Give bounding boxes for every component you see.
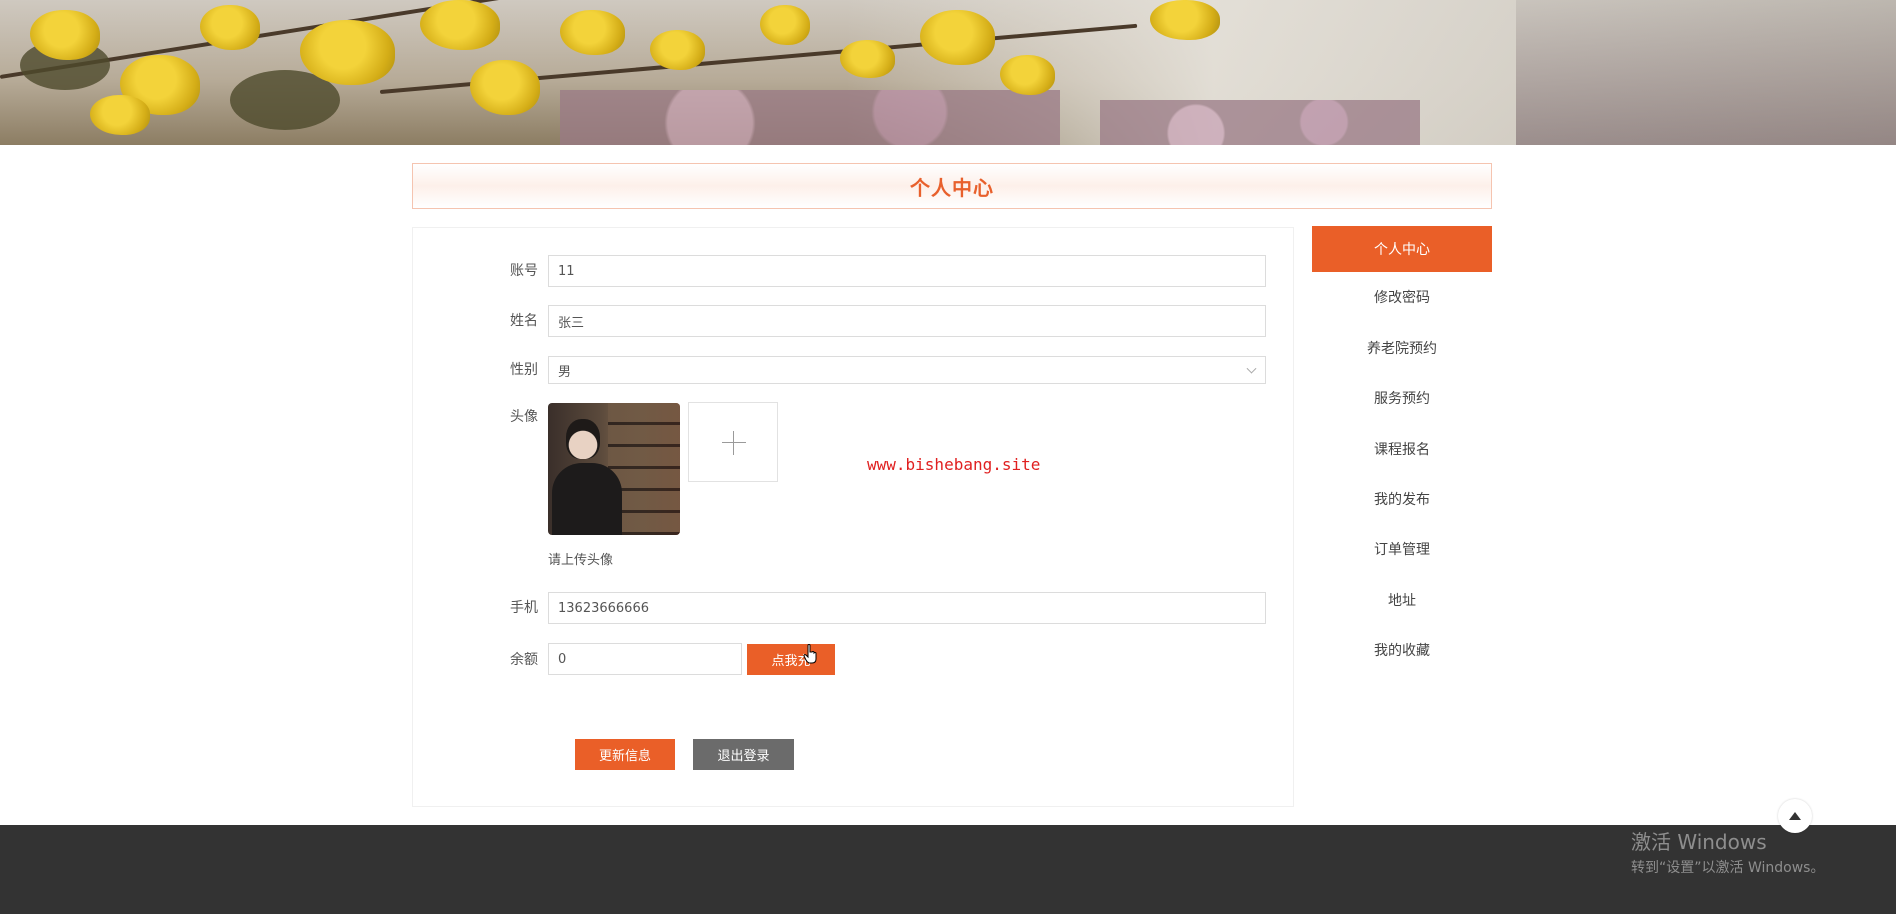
banner-blossom-left	[560, 90, 1060, 145]
watermark-text: www.bishebang.site	[867, 455, 1041, 474]
plus-icon	[733, 431, 734, 455]
account-field[interactable]: 11	[548, 255, 1266, 287]
hand-cursor-icon	[803, 644, 817, 664]
avatar-upload-hint: 请上传头像	[548, 553, 614, 568]
side-menu-item-profile[interactable]: 个人中心	[1312, 226, 1492, 272]
windows-activation-subtitle: 转到“设置”以激活 Windows。	[1631, 860, 1825, 876]
logout-button[interactable]: 退出登录	[693, 739, 794, 770]
back-to-top-button[interactable]	[1778, 799, 1812, 833]
chevron-down-icon	[1246, 363, 1257, 374]
name-label: 姓名	[510, 313, 538, 329]
name-field[interactable]: 张三	[548, 305, 1266, 337]
page-title-bar: 个人中心	[412, 163, 1492, 209]
banner-flower	[840, 40, 895, 78]
windows-activation-watermark: 激活 Windows 转到“设置”以激活 Windows。	[1631, 826, 1824, 877]
banner-flower	[760, 5, 810, 45]
banner-flower	[420, 0, 500, 50]
gender-select[interactable]: 男	[548, 356, 1266, 384]
arrow-up-icon	[1789, 812, 1801, 820]
side-menu: 个人中心 修改密码 养老院预约 服务预约 课程报名 我的发布 订单管理 地址 我…	[1312, 226, 1492, 676]
banner-flower	[90, 95, 150, 135]
banner-tree	[1516, 0, 1896, 145]
gender-value: 男	[558, 364, 572, 380]
avatar-label: 头像	[510, 409, 538, 425]
side-menu-item-course-signup[interactable]: 课程报名	[1312, 424, 1492, 474]
phone-label: 手机	[510, 600, 538, 616]
side-menu-item-favorites[interactable]: 我的收藏	[1312, 625, 1492, 675]
account-value: 11	[558, 263, 575, 279]
side-menu-item-address[interactable]: 地址	[1312, 575, 1492, 625]
banner-blossom-mid	[1100, 100, 1420, 145]
phone-field[interactable]: 13623666666	[548, 592, 1266, 624]
phone-value: 13623666666	[558, 600, 649, 616]
side-menu-item-orders[interactable]: 订单管理	[1312, 524, 1492, 574]
banner-flower	[920, 10, 995, 65]
plus-icon	[722, 442, 746, 443]
page-footer	[0, 825, 1896, 914]
gender-label: 性别	[510, 362, 538, 378]
avatar-person-body	[552, 463, 622, 535]
banner-flower	[1000, 55, 1055, 95]
banner-flower	[650, 30, 705, 70]
balance-field[interactable]: 0	[548, 643, 742, 675]
avatar-image	[548, 403, 680, 535]
update-info-button[interactable]: 更新信息	[575, 739, 675, 770]
recharge-button[interactable]: 点我充	[747, 644, 835, 675]
side-menu-item-service-booking[interactable]: 服务预约	[1312, 373, 1492, 423]
avatar-upload-button[interactable]	[688, 402, 778, 482]
page-title: 个人中心	[910, 175, 994, 200]
avatar-person-head	[566, 419, 600, 459]
account-label: 账号	[510, 263, 538, 279]
side-menu-item-change-password[interactable]: 修改密码	[1312, 272, 1492, 322]
banner-flower	[470, 60, 540, 115]
balance-value: 0	[558, 651, 567, 667]
banner-flower	[560, 10, 625, 55]
banner-flower	[30, 10, 100, 60]
banner-flower	[1150, 0, 1220, 40]
balance-label: 余额	[510, 652, 538, 668]
side-menu-item-my-posts[interactable]: 我的发布	[1312, 474, 1492, 524]
name-value: 张三	[558, 315, 585, 331]
banner-flower	[300, 20, 395, 85]
side-menu-item-nursing-home-booking[interactable]: 养老院预约	[1312, 323, 1492, 373]
header-banner-image	[0, 0, 1896, 145]
banner-flower	[200, 5, 260, 50]
